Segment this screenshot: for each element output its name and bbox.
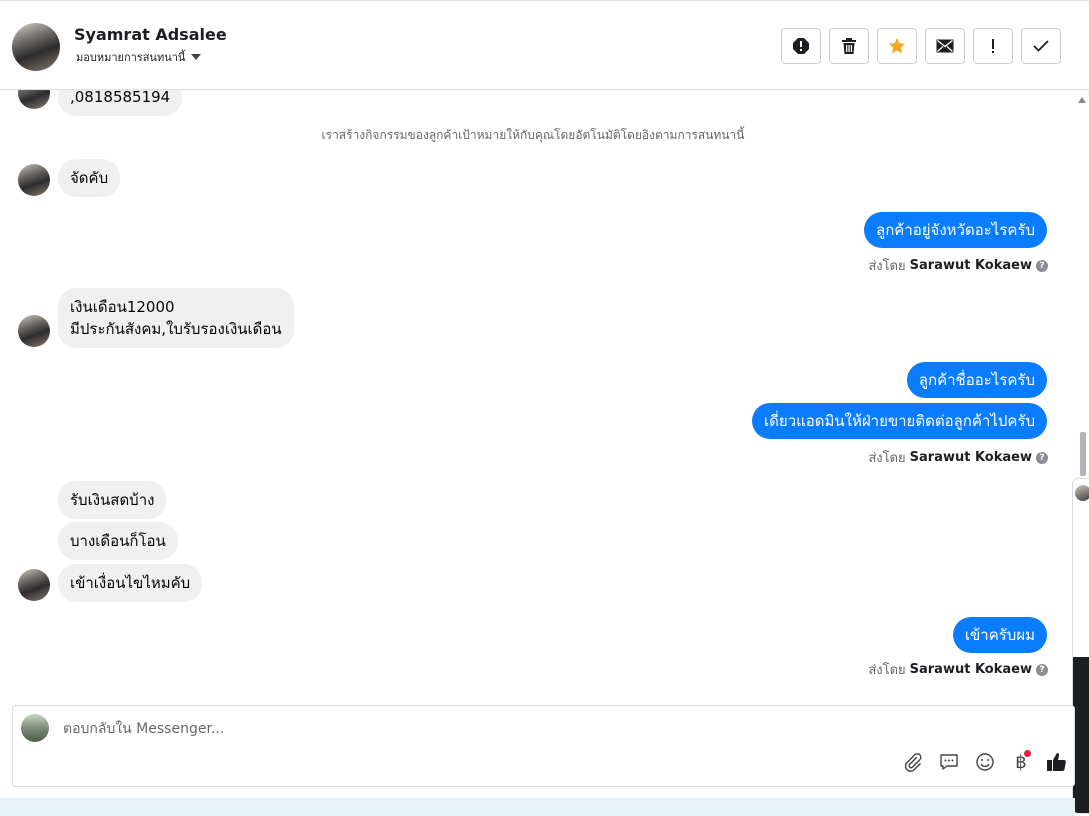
- contact-avatar-small: [18, 569, 50, 601]
- like-icon: [1047, 753, 1066, 771]
- system-note: เราสร้างกิจกรรมของลูกค้าเป้าหมายให้กับคุ…: [321, 128, 745, 142]
- reply-composer: ฿: [12, 705, 1075, 787]
- star-button[interactable]: [877, 28, 917, 64]
- side-panel-dark-section: [1073, 657, 1089, 813]
- incoming-message: เข้าเงื่อนไขไหมคับ: [58, 564, 203, 602]
- assign-conversation-dropdown[interactable]: มอบหมายการสนทนานี้: [76, 48, 202, 66]
- notification-dot: [1024, 750, 1031, 757]
- payment-button[interactable]: ฿: [1009, 750, 1033, 774]
- scroll-up-arrow-icon[interactable]: [1078, 97, 1086, 103]
- contact-avatar-small: [18, 164, 50, 196]
- sent-by-prefix: ส่งโดย: [868, 259, 906, 274]
- like-button[interactable]: [1045, 750, 1069, 774]
- contact-avatar[interactable]: [12, 23, 60, 71]
- help-icon[interactable]: ?: [1036, 451, 1048, 464]
- message-line: เงินเดือน12000: [70, 298, 175, 316]
- star-icon: [889, 38, 905, 54]
- saved-replies-button[interactable]: [937, 750, 961, 774]
- follow-up-button[interactable]: [973, 28, 1013, 64]
- follow-up-icon: [992, 39, 994, 53]
- trash-icon: [842, 38, 856, 54]
- outgoing-message: ลูกค้าชื่ออะไรครับ: [906, 362, 1047, 398]
- caret-down-icon: [191, 54, 202, 60]
- sent-by-label: ส่งโดย Sarawut Kokaew ?: [868, 255, 1048, 276]
- emoji-button[interactable]: [973, 750, 997, 774]
- help-icon[interactable]: ?: [1036, 663, 1048, 676]
- incoming-message: เงินเดือน12000 มีประกันสังคม,ใบรับรองเงิ…: [58, 288, 294, 348]
- footer-band: [0, 798, 1075, 816]
- spam-icon: [793, 38, 809, 54]
- done-icon: [1033, 40, 1049, 52]
- header-actions: [781, 28, 1061, 64]
- page-avatar: [21, 714, 49, 742]
- contact-avatar-small: [18, 90, 50, 109]
- conversation-header: Syamrat Adsalee มอบหมายการสนทนานี้: [0, 0, 1089, 90]
- message-thread: ,0818585194 เราสร้างกิจกรรมของลูกค้าเป้า…: [0, 90, 1075, 702]
- outgoing-message: เดี่ยวแอดมินให้ฝ่ายขายติดต่อลูกค้าไปครับ: [752, 403, 1047, 439]
- sent-by-name: Sarawut Kokaew: [909, 258, 1032, 273]
- incoming-message: รับเงินสดบ้าง: [58, 481, 167, 519]
- contact-avatar-small: [18, 315, 50, 347]
- sent-by-label: ส่งโดย Sarawut Kokaew ?: [868, 659, 1048, 680]
- attach-icon: [904, 753, 922, 772]
- sent-by-prefix: ส่งโดย: [868, 663, 906, 678]
- help-icon[interactable]: ?: [1036, 259, 1048, 272]
- attach-button[interactable]: [901, 750, 925, 774]
- message-line: มีประกันสังคม,ใบรับรองเงินเดือน: [70, 320, 282, 338]
- outgoing-message: เข้าครับผม: [952, 617, 1047, 653]
- incoming-message: ,0818585194: [58, 90, 183, 116]
- scrollbar-thumb[interactable]: [1080, 432, 1086, 476]
- sent-by-prefix: ส่งโดย: [868, 451, 906, 466]
- sent-by-name: Sarawut Kokaew: [909, 450, 1032, 465]
- assign-label: มอบหมายการสนทนานี้: [76, 51, 186, 64]
- composer-toolbar: ฿: [901, 750, 1069, 774]
- contact-avatar-small: [1075, 485, 1089, 501]
- mark-unread-button[interactable]: [925, 28, 965, 64]
- sent-by-label: ส่งโดย Sarawut Kokaew ?: [868, 447, 1048, 468]
- sent-by-name: Sarawut Kokaew: [909, 662, 1032, 677]
- contact-name[interactable]: Syamrat Adsalee: [74, 25, 227, 44]
- outgoing-message: ลูกค้าอยู่จังหวัดอะไรครับ: [864, 212, 1047, 248]
- emoji-icon: [976, 753, 994, 771]
- incoming-message: บางเดือนก็โอน: [58, 522, 178, 560]
- saved-reply-icon: [940, 754, 958, 770]
- mark-done-button[interactable]: [1021, 28, 1061, 64]
- delete-button[interactable]: [829, 28, 869, 64]
- incoming-message: จัดคับ: [58, 159, 121, 197]
- mark-spam-button[interactable]: [781, 28, 821, 64]
- mail-icon: [936, 39, 954, 53]
- reply-input[interactable]: [61, 718, 865, 740]
